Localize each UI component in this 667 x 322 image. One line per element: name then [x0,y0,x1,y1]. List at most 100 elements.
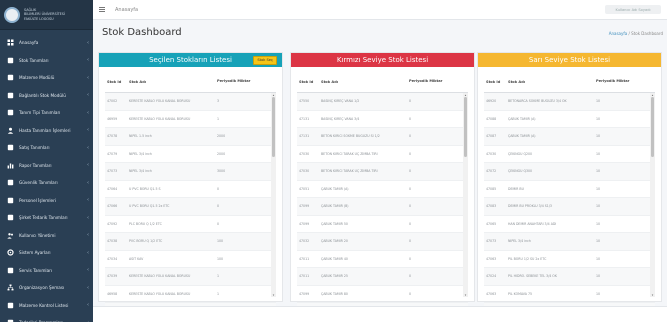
sidebar-item[interactable]: Malzeme Modülü ‹ [0,69,93,87]
sidebar-item-label: Kullanıcı Yönetimi [19,232,56,238]
chevron-left-icon: ‹ [87,92,89,99]
table-row[interactable]: 47064 U PVC BORU Q1.5 S 0 [105,181,276,198]
user-menu[interactable]: Kullanıcı Adı Soyadı [605,5,661,14]
table-row[interactable]: 46959 KERESTE KABLO YOLU KANAL BORUSU 1 [105,111,276,128]
panel-yellow-level-stocks: Sarı Seviye Stok Listesi Stok Id Stok Adı… [477,52,662,321]
column-header[interactable]: Stok Adı [127,80,215,84]
column-header[interactable]: Periyodik Miktar [407,79,451,83]
table-cell: 47051 [299,186,310,191]
column-header[interactable]: Stok Id [484,80,506,84]
table-cell: NİPEL 3/4 inch [508,239,531,244]
table-row[interactable]: 47030 BETON KIRICI TARAK ÜÇ ZIMBA TIRI 0 [297,163,468,181]
scrollbar-thumb[interactable] [464,97,467,157]
table-row[interactable]: 47092 PLC BORU Q 1/2 ETC 0 [105,216,276,233]
breadcrumb-home[interactable]: Anasayfa [609,31,627,36]
column-header[interactable]: Periyodik Miktar [215,79,259,83]
table-row[interactable]: 47066 U PVC BORU Q1.5 2x ETC 0 [105,198,276,216]
column-header[interactable]: Stok Adı [506,80,594,84]
panel-title: Kırmızı Seviye Stok Listesi [336,56,429,64]
table-row[interactable]: 47011 ÇABUK TAMİR 40 0 [297,251,468,268]
scrollbar[interactable]: ▴ ▾ [271,93,276,297]
footer [93,306,667,322]
table-row[interactable]: 47030 BETON KIRICI TARAK ÜÇ ZIMBA TIRI 0 [297,146,468,163]
sidebar-item[interactable]: Bağlantılı Stok Modülü ‹ [0,87,93,105]
topbar-home-link[interactable]: Anasayfa [115,7,138,13]
table-row[interactable]: 47099 ÇABUK TAMİR 50 0 [297,216,468,233]
table-row[interactable]: 47032 ÇABUK TAMİR 20 0 [297,233,468,251]
table-row[interactable]: 47011 ÇABUK TAMİR 25 0 [297,268,468,286]
table-row[interactable]: 47051 ÇABUK TAMİR (A) 0 [297,181,468,198]
table-row[interactable]: 47038 PVC BORU Q 1/2 ETC 100 [105,233,276,251]
table-row[interactable]: 47073 NİPEL 3/4 inch 3000 [105,163,276,181]
table-row[interactable]: 47063 PİL KOMAVA 75 10 [484,286,655,303]
sidebar-item[interactable]: Personel İşlemleri ‹ [0,192,93,210]
scroll-down-arrow-icon[interactable]: ▾ [650,293,655,297]
sidebar-item[interactable]: Rapor Tanımları ‹ [0,157,93,175]
sidebar-item[interactable]: Sistem Ayarları ‹ [0,244,93,262]
sidebar-item[interactable]: Satış Tanımları ‹ [0,139,93,157]
column-header[interactable]: Stok Id [297,80,319,84]
table-row[interactable]: 47072 ÇEKİNGÜ Q300 10 [484,163,655,181]
table-row[interactable]: 46920 BETONARCA SÖKME BUĞUZU 3/4 OK 10 [484,93,655,111]
table-cell: 47030 [299,169,310,174]
table-cell: KERESTE KABLO YOLU KANAL BORUSU [129,291,191,296]
column-header[interactable]: Stok Adı [319,80,407,84]
table-header: Stok Id Stok Adı Periyodik Miktar [484,71,655,93]
table-row[interactable]: 47099 ÇABUK TAMİR (B) 0 [297,198,468,216]
table-cell: PLC BORU Q 1/2 ETC [129,221,162,226]
table-row[interactable]: 47034 ASIT KAV 100 [105,251,276,268]
table-row[interactable]: 47087 ÇABUK TAMİR (A) 10 [484,128,655,146]
table-row[interactable]: 47131 BETON KIRICI SÖKME BUĞUZU SI 1/2 0 [297,128,468,146]
table-row[interactable]: 46958 KERESTE KABLO YOLU KANAL BORUSU 1 [105,286,276,303]
sitemap-icon [7,284,14,291]
scrollbar[interactable]: ▴ ▾ [463,93,468,297]
sidebar-item[interactable]: Anasayfa ‹ [0,34,93,52]
table-row[interactable]: 47039 KERESTE KABLO YOLU KANAL BORUSU 1 [105,268,276,286]
select-stock-button[interactable]: Stok Seç [253,55,277,65]
sidebar-item[interactable]: Güvenlik Tanımları ‹ [0,174,93,192]
sidebar-item[interactable]: Organizasyon Şeması ‹ [0,279,93,297]
table-cell: 10 [596,239,601,244]
table-row[interactable]: 47063 PİL BORU 1/2 SU 2x ETC 10 [484,251,655,268]
table-row[interactable]: 47024 PİL HİDRO. SEBEKE TEL 3/4 OK 10 [484,268,655,286]
scrollbar-thumb[interactable] [651,97,654,157]
table-cell: 47072 [486,169,497,174]
table-row[interactable]: 47083 DEMİR BU PROKLU 3/4 S1/3 10 [484,198,655,216]
scrollbar-thumb[interactable] [272,97,275,157]
sidebar-item[interactable]: Tanım Tipi Tanımları ‹ [0,104,93,122]
sidebar-item[interactable]: Kullanıcı Yönetimi ‹ [0,227,93,245]
table-cell: 47087 [486,134,497,139]
sidebar-item[interactable]: Hasta Tanımları İşlemleri ‹ [0,122,93,140]
table-row[interactable]: 47099 ÇABUK TAMİR 80 0 [297,286,468,303]
table-row[interactable]: 47030 ÇEKİNGÜ Q200 10 [484,146,655,163]
sidebar-menu: Anasayfa ‹ Stok Tanımları ‹ Malzeme Modülü ‹ B… [0,30,93,322]
table-header: Stok Id Stok Adı Periyodik Miktar [105,71,276,93]
sidebar-item[interactable]: Malzeme Kontrol Listesi ‹ [0,297,93,315]
table-row[interactable]: 47085 DEMİR BU 10 [484,181,655,198]
table-cell: ÇABUK TAMİR (A) [508,116,536,121]
table-row[interactable]: 47550 BASINÇ KİREÇ VANA 1/2 0 [297,93,468,111]
scroll-down-arrow-icon[interactable]: ▾ [271,293,276,297]
column-header[interactable]: Periyodik Miktar [594,79,638,83]
sidebar-item[interactable]: Servis Tanımları ‹ [0,262,93,280]
table-row[interactable]: 47088 ÇABUK TAMİR (A) 10 [484,111,655,128]
table-row[interactable]: 47131 BASINÇ KİREÇ VANA 3/4 0 [297,111,468,128]
dashboard-icon [7,39,14,46]
sidebar-item[interactable]: Stok Tanımları ‹ [0,52,93,70]
sidebar-item[interactable]: Tedarikçi Programları‹ [0,314,93,322]
column-header[interactable]: Stok Id [105,80,127,84]
table-row[interactable]: 47065 HAN DEMİR ANAHTARI 3/4 ADI 10 [484,216,655,233]
table-cell: 46920 [486,99,497,104]
scroll-down-arrow-icon[interactable]: ▾ [463,293,468,297]
brand[interactable]: SAĞLIK BİLİMLERİ ÜNİVERSİTESİ FAKÜLTE LO… [0,0,93,30]
table-row[interactable]: 47079 NİPEL 3/4 inch 2000 [105,146,276,163]
table-row[interactable]: 47073 NİPEL 3/4 inch 10 [484,233,655,251]
hamburger-menu-icon[interactable] [99,6,111,13]
panel-title: Seçilen Stokların Listesi [149,56,232,64]
chart-icon [7,162,14,169]
table-row[interactable]: 47002 KERESTE KABLO YOLU KANAL BORUSU 3 [105,93,276,111]
table-row[interactable]: 47078 NİPEL 1.5 inch 2000 [105,128,276,146]
scrollbar[interactable]: ▴ ▾ [650,93,655,297]
sidebar-item[interactable]: Şirket Tedarik Tanımları ‹ [0,209,93,227]
panel-title: Sarı Seviye Stok Listesi [528,56,611,64]
